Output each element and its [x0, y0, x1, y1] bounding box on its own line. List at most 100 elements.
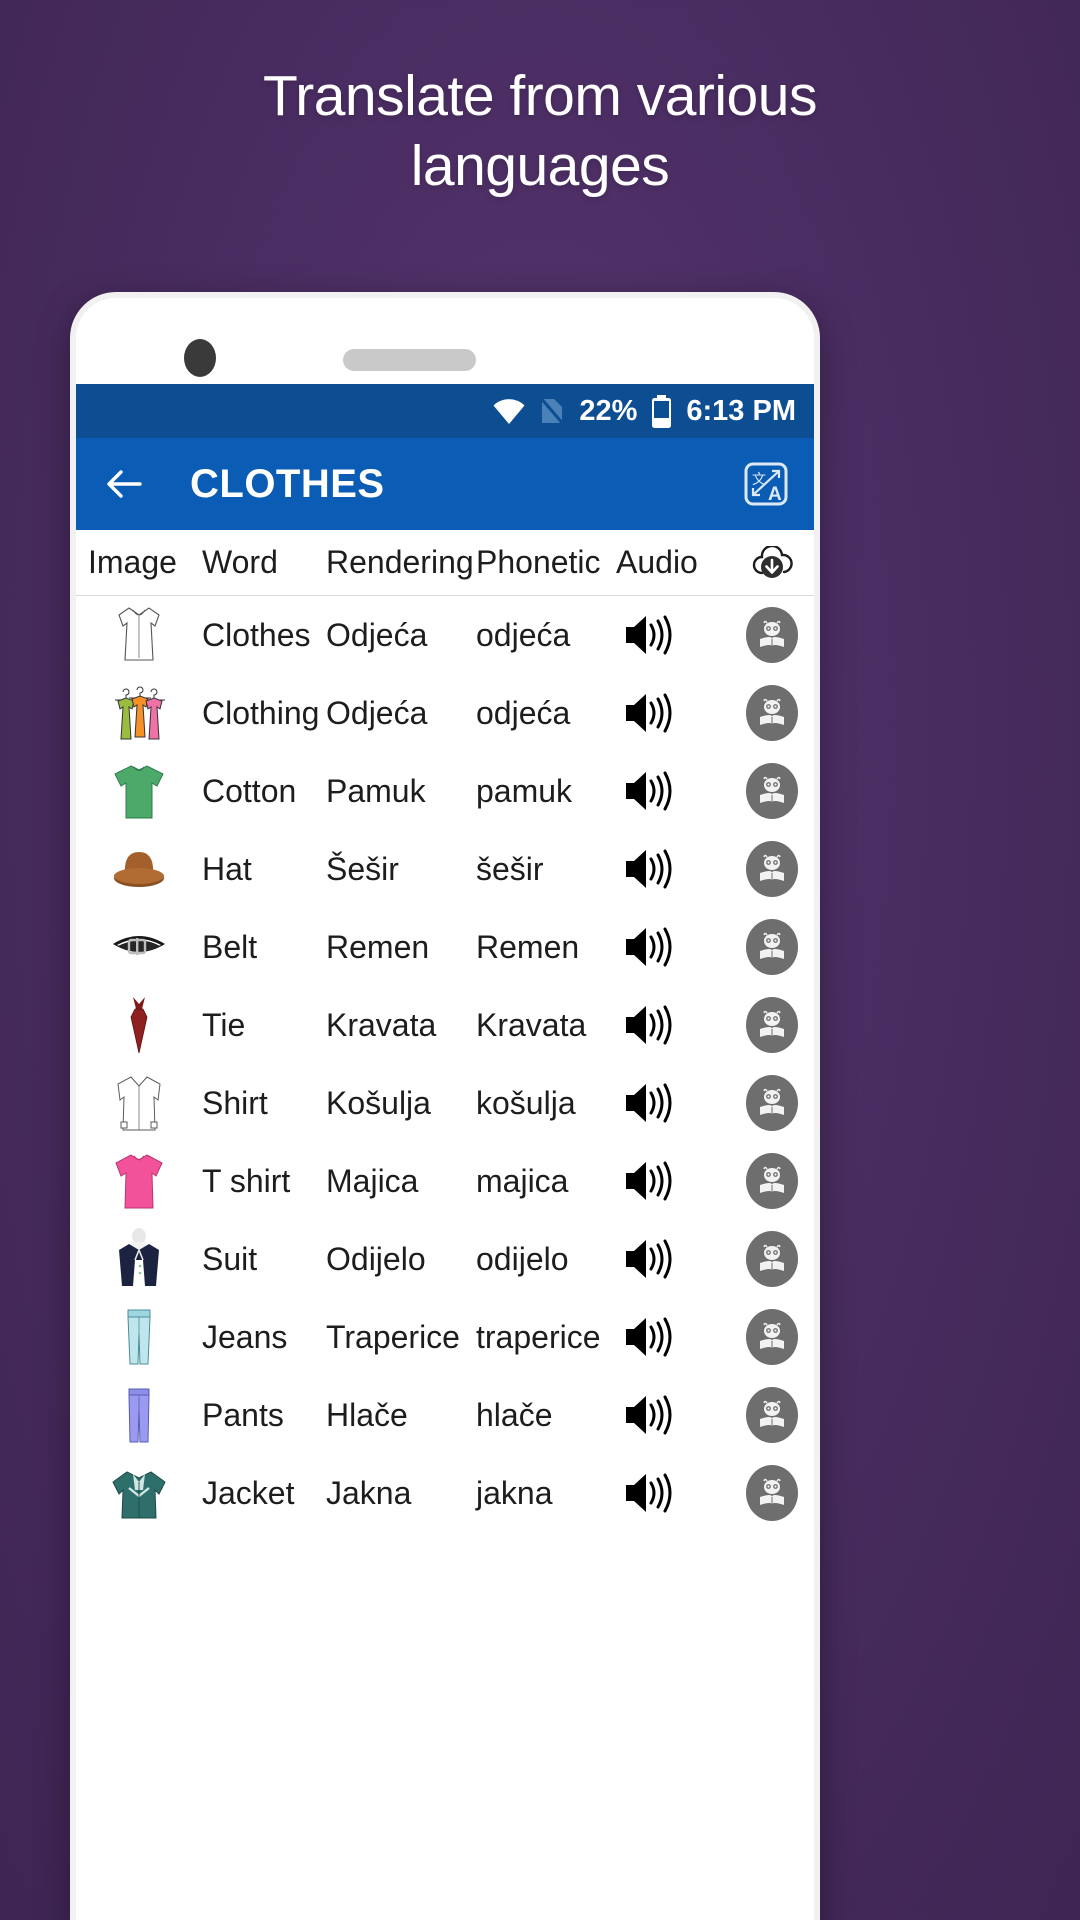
promo-headline: Translate from various languages [0, 62, 1080, 201]
back-arrow-icon[interactable] [102, 462, 146, 506]
row-word: Belt [202, 928, 258, 965]
owl-detail-button[interactable] [734, 1153, 810, 1209]
wifi-icon [493, 399, 525, 424]
speaker-icon [626, 693, 672, 733]
row-rendering: Pamuk [326, 772, 426, 809]
download-all-button[interactable] [734, 545, 810, 580]
row-phonetic: majica [476, 1162, 569, 1199]
play-audio-button[interactable] [616, 769, 734, 813]
speaker-icon [626, 1473, 672, 1513]
table-row[interactable]: Cotton Pamuk pamuk [76, 752, 814, 830]
column-header-word: Word [202, 544, 278, 580]
row-phonetic: hlače [476, 1396, 553, 1433]
owl-button-circle [746, 1387, 798, 1443]
play-audio-button[interactable] [616, 925, 734, 969]
row-word: Jacket [202, 1474, 295, 1511]
speaker-icon [626, 927, 672, 967]
table-row[interactable]: T shirt Majica majica [76, 1142, 814, 1220]
no-sim-icon [539, 395, 566, 427]
row-word: Cotton [202, 772, 297, 809]
row-image-navy-suit [76, 1226, 202, 1292]
speaker-icon [626, 615, 672, 655]
table-row[interactable]: Pants Hlače hlače [76, 1376, 814, 1454]
speaker-icon [626, 1239, 672, 1279]
row-image-clothes-hangers [76, 680, 202, 746]
owl-detail-button[interactable] [734, 1075, 810, 1131]
play-audio-button[interactable] [616, 847, 734, 891]
row-word: Suit [202, 1240, 258, 1277]
owl-reading-icon [760, 1322, 784, 1349]
table-row[interactable]: Suit Odijelo odijelo [76, 1220, 814, 1298]
battery-percent-label: 22% [579, 394, 638, 427]
play-audio-button[interactable] [616, 1081, 734, 1125]
table-row[interactable]: Jacket Jakna jakna [76, 1454, 814, 1532]
owl-reading-icon [760, 620, 784, 647]
battery-icon [652, 394, 672, 428]
row-word: Tie [202, 1006, 246, 1043]
owl-detail-button[interactable] [734, 685, 810, 741]
row-word: Shirt [202, 1084, 268, 1121]
column-header-audio: Audio [616, 544, 698, 580]
row-rendering: Odjeća [326, 694, 428, 731]
play-audio-button[interactable] [616, 1471, 734, 1515]
row-rendering: Košulja [326, 1084, 431, 1121]
owl-reading-icon [760, 1088, 784, 1115]
speaker-icon [626, 1161, 672, 1201]
row-rendering: Remen [326, 928, 430, 965]
play-audio-button[interactable] [616, 1003, 734, 1047]
column-header-rendering: Rendering [326, 544, 474, 580]
cloud-download-icon [752, 545, 793, 578]
owl-reading-icon [760, 1010, 784, 1037]
owl-reading-icon [760, 1478, 784, 1505]
table-row[interactable]: Tie Kravata Kravata [76, 986, 814, 1064]
phone-screen: 22% 6:13 PM CLOTHES 文 A Image Word Rende… [76, 298, 814, 1920]
owl-detail-button[interactable] [734, 1231, 810, 1287]
row-rendering: Jakna [326, 1474, 412, 1511]
phone-mockup: 22% 6:13 PM CLOTHES 文 A Image Word Rende… [70, 292, 820, 1920]
promo-line-2: languages [410, 133, 670, 198]
row-phonetic: odijelo [476, 1240, 569, 1277]
phone-bezel-top [76, 298, 814, 384]
vocabulary-table[interactable]: Clothes Odjeća odjeća Clothing Odjeća odjeća… [76, 596, 814, 1532]
owl-detail-button[interactable] [734, 1387, 810, 1443]
speaker-icon [626, 1005, 672, 1045]
clock-label: 6:13 PM [686, 394, 796, 427]
table-row[interactable]: Hat Šešir šešir [76, 830, 814, 908]
owl-reading-icon [760, 1166, 784, 1193]
owl-detail-button[interactable] [734, 607, 810, 663]
row-image-pink-tshirt [76, 1148, 202, 1214]
column-header-image: Image [88, 544, 177, 580]
table-row[interactable]: Belt Remen Remen [76, 908, 814, 986]
owl-detail-button[interactable] [734, 1465, 810, 1521]
table-row[interactable]: Clothing Odjeća odjeća [76, 674, 814, 752]
play-audio-button[interactable] [616, 613, 734, 657]
owl-detail-button[interactable] [734, 1309, 810, 1365]
translate-icon[interactable]: 文 A [742, 460, 790, 508]
speaker-icon [626, 1317, 672, 1357]
row-image-black-belt [76, 914, 202, 980]
play-audio-button[interactable] [616, 1159, 734, 1203]
owl-reading-icon [760, 932, 784, 959]
play-audio-button[interactable] [616, 1237, 734, 1281]
status-bar-icons [492, 395, 566, 427]
owl-detail-button[interactable] [734, 841, 810, 897]
owl-detail-button[interactable] [734, 763, 810, 819]
table-row[interactable]: Shirt Košulja košulja [76, 1064, 814, 1142]
row-word: Hat [202, 850, 252, 887]
speaker-icon [626, 1395, 672, 1435]
play-audio-button[interactable] [616, 691, 734, 735]
owl-detail-button[interactable] [734, 997, 810, 1053]
table-row[interactable]: Jeans Traperice traperice [76, 1298, 814, 1376]
owl-detail-button[interactable] [734, 919, 810, 975]
owl-button-circle [746, 1309, 798, 1365]
row-image-dress-outline [76, 602, 202, 668]
owl-button-circle [746, 1153, 798, 1209]
row-phonetic: traperice [476, 1318, 601, 1355]
play-audio-button[interactable] [616, 1393, 734, 1437]
row-phonetic: Remen [476, 928, 580, 965]
row-rendering: Hlače [326, 1396, 408, 1433]
owl-button-circle [746, 1231, 798, 1287]
table-row[interactable]: Clothes Odjeća odjeća [76, 596, 814, 674]
play-audio-button[interactable] [616, 1315, 734, 1359]
row-word: Jeans [202, 1318, 288, 1355]
